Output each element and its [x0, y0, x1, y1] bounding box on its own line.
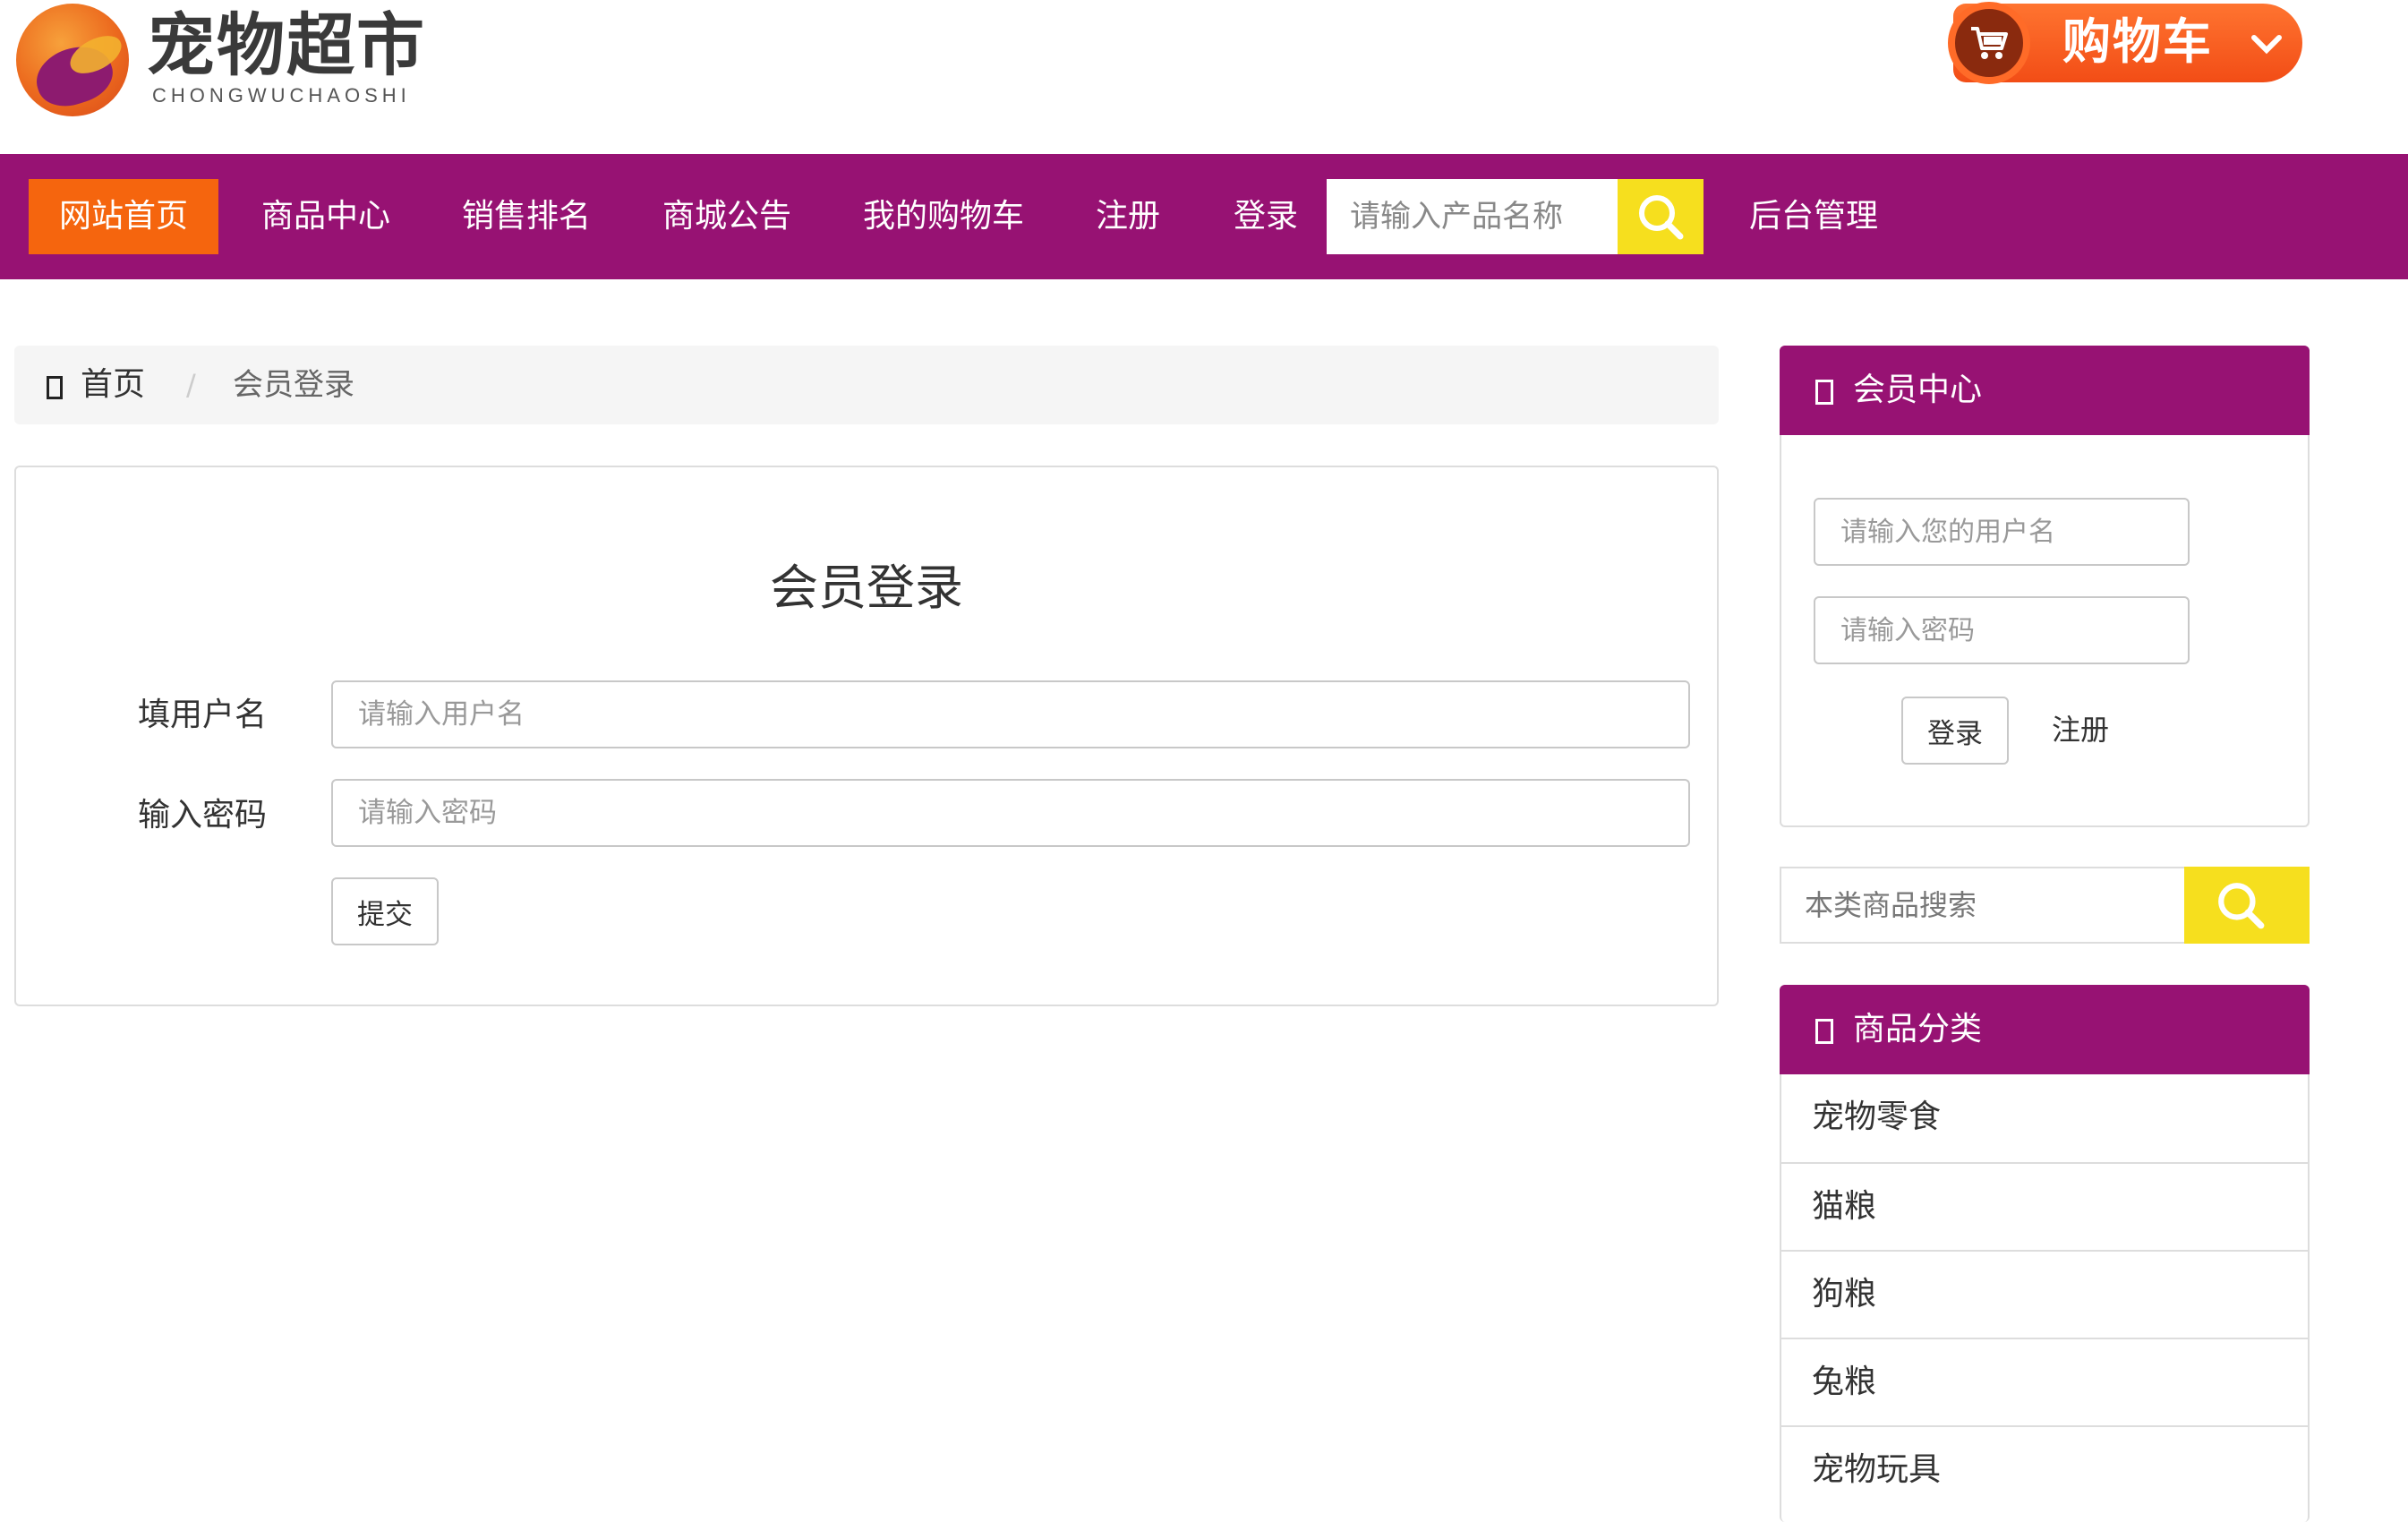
nav-item-login[interactable]: 登录 [1234, 179, 1298, 254]
product-search-button[interactable] [1618, 179, 1704, 254]
category-item-cat-food[interactable]: 猫粮 [1781, 1162, 2308, 1250]
nav-item-products[interactable]: 商品中心 [261, 179, 390, 254]
username-input[interactable] [331, 680, 1690, 748]
category-item-pet-snacks[interactable]: 宠物零食 [1781, 1074, 2308, 1162]
user-icon [1815, 380, 1833, 405]
chevron-down-icon [2250, 30, 2283, 61]
category-label: 宠物零食 [1812, 1099, 1942, 1135]
page-title: 会员登录 [770, 560, 963, 616]
member-password-input[interactable] [1814, 596, 2190, 664]
nav-item-home[interactable]: 网站首页 [29, 179, 219, 254]
product-search-input[interactable] [1327, 179, 1618, 254]
login-panel: 会员登录 填用户名 输入密码 提交 [14, 466, 1719, 1006]
logo-title[interactable]: 宠物超市 [147, 5, 426, 86]
member-username-input[interactable] [1814, 498, 2190, 566]
member-center-title: 会员中心 [1853, 372, 1983, 408]
member-login-button[interactable]: 登录 [1901, 697, 2009, 765]
member-center-header: 会员中心 [1780, 346, 2310, 435]
submit-button[interactable]: 提交 [331, 877, 439, 945]
nav-item-my-cart[interactable]: 我的购物车 [863, 179, 1024, 254]
category-header: 商品分类 [1780, 985, 2310, 1074]
category-item-dog-food[interactable]: 狗粮 [1781, 1250, 2308, 1338]
category-label: 猫粮 [1812, 1188, 1877, 1225]
cart-button[interactable]: 购物车 [1948, 2, 2302, 84]
search-icon [2218, 883, 2265, 929]
breadcrumb-current: 会员登录 [233, 367, 354, 403]
category-item-rabbit-food[interactable]: 兔粮 [1781, 1338, 2308, 1425]
nav-item-sales-ranking[interactable]: 销售排名 [462, 179, 591, 254]
password-label: 输入密码 [138, 797, 268, 834]
nav-item-register[interactable]: 注册 [1096, 179, 1160, 254]
logo-icon[interactable] [16, 4, 129, 116]
category-label: 宠物玩具 [1812, 1451, 1942, 1488]
password-input[interactable] [331, 779, 1690, 847]
shopping-cart-icon [1948, 2, 2030, 84]
username-label: 填用户名 [138, 697, 268, 733]
nav-item-admin[interactable]: 后台管理 [1749, 179, 1878, 254]
home-icon [47, 376, 63, 399]
search-icon [1639, 195, 1684, 240]
breadcrumb: 首页 / 会员登录 [14, 346, 1719, 424]
category-item-pet-toys[interactable]: 宠物玩具 [1781, 1425, 2308, 1513]
logo-subtitle: CHONGWUCHAOSHI [152, 84, 411, 107]
category-search-input[interactable] [1780, 867, 2184, 944]
nav-item-announcements[interactable]: 商城公告 [662, 179, 791, 254]
site-header: 宠物超市 CHONGWUCHAOSHI 购物车 [0, 0, 2408, 154]
main-nav: 网站首页 商品中心 销售排名 商城公告 我的购物车 注册 登录 后台管理 [0, 154, 2408, 279]
category-title: 商品分类 [1853, 1011, 1983, 1047]
category-search-button[interactable] [2184, 867, 2310, 944]
category-panel: 商品分类 宠物零食 猫粮 狗粮 兔粮 宠物玩具 [1780, 985, 2310, 1522]
breadcrumb-separator: / [186, 368, 196, 402]
breadcrumb-home-link[interactable]: 首页 [81, 362, 145, 408]
member-center-panel: 会员中心 登录 注册 [1780, 346, 2310, 827]
member-register-link[interactable]: 注册 [2052, 707, 2109, 752]
list-icon [1815, 1019, 1833, 1044]
cart-label: 购物车 [2062, 13, 2213, 70]
category-label: 兔粮 [1812, 1364, 1877, 1400]
category-label: 狗粮 [1812, 1276, 1877, 1313]
